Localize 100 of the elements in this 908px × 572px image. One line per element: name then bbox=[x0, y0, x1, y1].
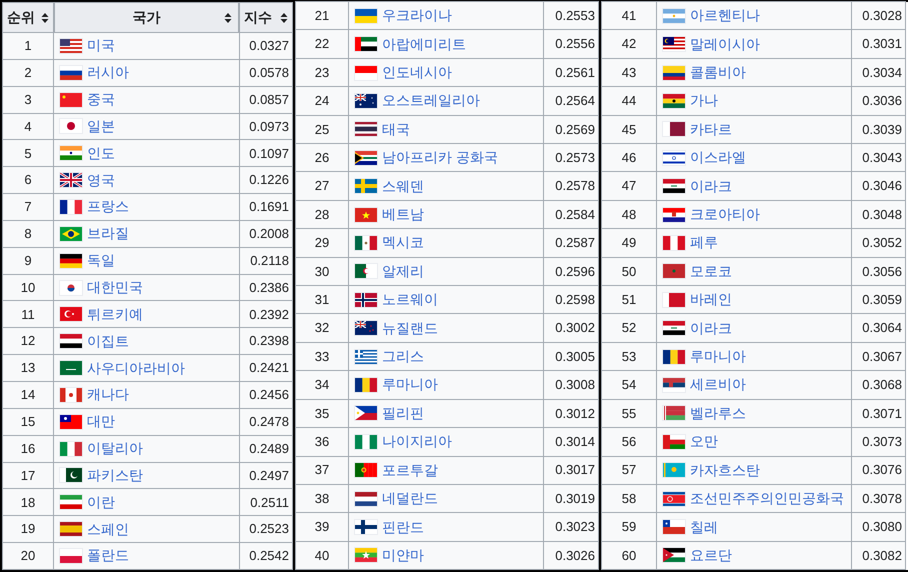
country-link[interactable]: 콜롬비아 bbox=[690, 62, 746, 84]
country-link[interactable]: 스페인 bbox=[87, 518, 129, 540]
country-link[interactable]: 사우디아라비아 bbox=[87, 358, 185, 379]
country-link[interactable]: 바레인 bbox=[690, 289, 732, 310]
country-link[interactable]: 아랍에미리트 bbox=[382, 34, 466, 55]
table-cell: 0.2542 bbox=[239, 542, 293, 570]
flag-icon bbox=[355, 378, 377, 392]
country-link[interactable]: 이란 bbox=[87, 492, 115, 513]
country-link[interactable]: 일본 bbox=[87, 116, 115, 137]
column-header[interactable]: 지수 bbox=[239, 2, 293, 33]
flag-icon bbox=[355, 463, 377, 478]
country-link[interactable]: 스웨덴 bbox=[382, 176, 424, 197]
country-link[interactable]: 그리스 bbox=[382, 346, 424, 368]
country-link[interactable]: 벨라루스 bbox=[690, 402, 746, 424]
flag-icon bbox=[663, 122, 685, 136]
country-link[interactable]: 인도네시아 bbox=[382, 62, 452, 84]
country-link[interactable]: 아르헨티나 bbox=[690, 5, 760, 26]
country-link[interactable]: 이스라엘 bbox=[690, 147, 746, 168]
country-link[interactable]: 베트남 bbox=[382, 204, 424, 226]
country-link[interactable]: 오스트레일리아 bbox=[382, 90, 480, 112]
country-link[interactable]: 요르단 bbox=[690, 544, 732, 566]
flag-icon bbox=[60, 414, 82, 429]
country-link[interactable]: 튀르키예 bbox=[87, 304, 143, 325]
flag-icon bbox=[355, 37, 377, 52]
country-link[interactable]: 페루 bbox=[690, 232, 718, 254]
flag-icon bbox=[60, 522, 82, 536]
flag-icon bbox=[355, 406, 377, 420]
flag-icon bbox=[663, 66, 685, 80]
flag-icon bbox=[60, 146, 82, 160]
country-link[interactable]: 프랑스 bbox=[87, 196, 129, 218]
country-link[interactable]: 중국 bbox=[87, 89, 115, 110]
country-link[interactable]: 노르웨이 bbox=[382, 289, 438, 310]
country-link[interactable]: 러시아 bbox=[87, 62, 129, 84]
sort-icon bbox=[41, 12, 49, 24]
country-link[interactable]: 우크라이나 bbox=[382, 5, 452, 26]
column-header[interactable]: 순위 bbox=[2, 2, 54, 33]
country-link[interactable]: 조선민주주의인민공화국 bbox=[690, 488, 844, 510]
flag-icon bbox=[663, 94, 685, 108]
country-link[interactable]: 미국 bbox=[87, 35, 115, 56]
country-link[interactable]: 카타르 bbox=[690, 118, 732, 140]
country-link[interactable]: 브라질 bbox=[87, 223, 129, 244]
country-link[interactable]: 이라크 bbox=[690, 318, 732, 339]
country-link[interactable]: 캐나다 bbox=[87, 384, 129, 406]
country-link[interactable]: 폴란드 bbox=[87, 545, 129, 566]
flag-icon bbox=[355, 520, 377, 534]
table-cell: 40 bbox=[295, 540, 349, 570]
table-cell: 0.3082 bbox=[851, 540, 906, 570]
flag-icon bbox=[355, 548, 377, 562]
country-link[interactable]: 대만 bbox=[87, 411, 115, 432]
country-link[interactable]: 이라크 bbox=[690, 176, 732, 197]
country-link[interactable]: 오만 bbox=[690, 431, 718, 452]
country-link[interactable]: 카자흐스탄 bbox=[690, 460, 760, 481]
country-link[interactable]: 네덜란드 bbox=[382, 488, 438, 510]
country-link[interactable]: 말레이시아 bbox=[690, 34, 760, 55]
flag-icon bbox=[355, 264, 377, 278]
country-link[interactable]: 루마니아 bbox=[382, 374, 438, 396]
flag-icon bbox=[663, 434, 685, 449]
flag-icon bbox=[355, 492, 377, 506]
flag-icon bbox=[663, 520, 685, 534]
flag-icon bbox=[60, 119, 82, 134]
country-link[interactable]: 핀란드 bbox=[382, 516, 424, 538]
country-link[interactable]: 포르투갈 bbox=[382, 460, 438, 481]
flag-icon bbox=[60, 495, 82, 510]
country-link[interactable]: 독일 bbox=[87, 250, 115, 272]
country-link[interactable]: 나이지리아 bbox=[382, 431, 452, 452]
country-link[interactable]: 영국 bbox=[87, 170, 115, 191]
flag-icon bbox=[663, 463, 685, 478]
country-link[interactable]: 뉴질랜드 bbox=[382, 318, 438, 339]
flag-icon bbox=[355, 208, 377, 222]
flag-icon bbox=[663, 179, 685, 194]
country-link[interactable]: 대한민국 bbox=[87, 277, 143, 298]
country-link[interactable]: 태국 bbox=[382, 118, 410, 140]
country-link[interactable]: 크로아티아 bbox=[690, 204, 760, 226]
flag-icon bbox=[355, 292, 377, 307]
flag-icon bbox=[60, 361, 82, 376]
table-cell: 20 bbox=[2, 542, 54, 570]
flag-icon bbox=[60, 66, 82, 80]
country-link[interactable]: 알제리 bbox=[382, 260, 424, 282]
country-link[interactable]: 세르비아 bbox=[690, 374, 746, 396]
country-link[interactable]: 인도 bbox=[87, 142, 115, 164]
flag-icon bbox=[355, 179, 377, 194]
flag-icon bbox=[355, 66, 377, 80]
country-link[interactable]: 이탈리아 bbox=[87, 438, 143, 460]
country-link[interactable]: 파키스탄 bbox=[87, 464, 143, 486]
flag-icon bbox=[60, 548, 82, 563]
country-link[interactable]: 칠레 bbox=[690, 516, 718, 538]
flag-icon bbox=[663, 37, 685, 52]
sort-icon bbox=[224, 12, 232, 24]
country-link[interactable]: 모로코 bbox=[690, 260, 732, 282]
flag-icon bbox=[355, 122, 377, 136]
country-link[interactable]: 미얀마 bbox=[382, 544, 424, 566]
country-link[interactable]: 가나 bbox=[690, 90, 718, 112]
country-link[interactable]: 남아프리카 공화국 bbox=[382, 147, 498, 168]
country-link[interactable]: 이집트 bbox=[87, 330, 129, 352]
country-link[interactable]: 필리핀 bbox=[382, 402, 424, 424]
country-link[interactable]: 루마니아 bbox=[690, 346, 746, 368]
column-header[interactable]: 국가 bbox=[54, 2, 239, 33]
flag-icon bbox=[663, 548, 685, 562]
flag-icon bbox=[60, 307, 82, 322]
country-link[interactable]: 멕시코 bbox=[382, 232, 424, 254]
